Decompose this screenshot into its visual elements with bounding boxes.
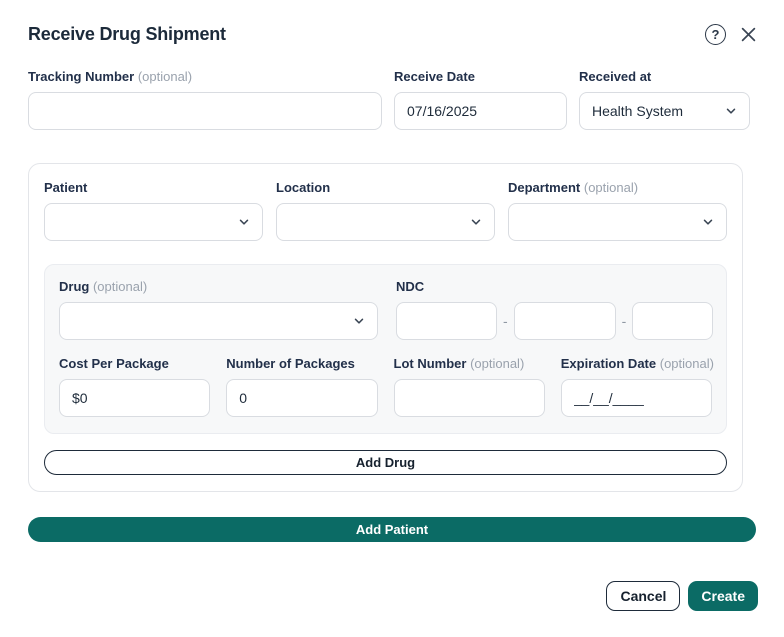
receive-date-input[interactable] [394, 92, 567, 130]
patient-location-row: Patient Location [44, 180, 727, 241]
ndc-field-group: NDC - - [396, 279, 713, 340]
close-icon[interactable] [741, 27, 756, 42]
tracking-number-optional: (optional) [138, 69, 192, 84]
add-patient-button[interactable]: Add Patient [28, 517, 756, 542]
header-icons: ? [705, 24, 756, 45]
department-optional: (optional) [584, 180, 638, 195]
patient-label: Patient [44, 180, 263, 195]
shipment-info-row: Tracking Number (optional) Receive Date … [28, 69, 750, 130]
received-at-value: Health System [592, 103, 683, 119]
ndc-separator: - [622, 313, 627, 329]
number-of-packages-field-group: Number of Packages [226, 356, 377, 417]
ndc-inputs: - - [396, 302, 713, 340]
expiration-date-input[interactable] [561, 379, 712, 417]
cost-per-package-label: Cost Per Package [59, 356, 210, 371]
tracking-number-input[interactable] [28, 92, 382, 130]
department-select[interactable] [508, 203, 727, 241]
help-icon[interactable]: ? [705, 24, 726, 45]
receive-date-label: Receive Date [394, 69, 567, 84]
cost-per-package-input[interactable] [59, 379, 210, 417]
location-field-group: Location [276, 180, 495, 241]
received-at-label: Received at [579, 69, 750, 84]
drug-field-group: Drug (optional) [59, 279, 378, 340]
create-button[interactable]: Create [688, 581, 758, 611]
drug-ndc-row: Drug (optional) NDC - [59, 279, 712, 340]
number-of-packages-input[interactable] [226, 379, 377, 417]
lot-number-field-group: Lot Number (optional) [394, 356, 545, 417]
ndc-separator: - [503, 313, 508, 329]
location-label: Location [276, 180, 495, 195]
number-of-packages-label: Number of Packages [226, 356, 377, 371]
close-x-glyph [741, 27, 756, 42]
lot-number-optional: (optional) [470, 356, 524, 371]
drug-select[interactable] [59, 302, 378, 340]
chevron-down-icon [470, 216, 482, 228]
department-field-group: Department (optional) [508, 180, 727, 241]
patient-select[interactable] [44, 203, 263, 241]
drug-optional: (optional) [93, 279, 147, 294]
help-glyph: ? [705, 24, 726, 45]
chevron-down-icon [702, 216, 714, 228]
expiration-date-label: Expiration Date (optional) [561, 356, 712, 371]
drug-card: Drug (optional) NDC - [44, 264, 727, 434]
dialog-footer: Cancel Create [606, 581, 758, 611]
drug-label: Drug (optional) [59, 279, 378, 294]
ndc-segment2-input[interactable] [514, 302, 616, 340]
chevron-down-icon [353, 315, 365, 327]
receive-date-field-group: Receive Date [394, 69, 567, 130]
expiration-date-field-group: Expiration Date (optional) [561, 356, 712, 417]
received-at-field-group: Received at Health System [579, 69, 750, 130]
location-select[interactable] [276, 203, 495, 241]
lot-number-label: Lot Number (optional) [394, 356, 545, 371]
dialog-header: Receive Drug Shipment ? [28, 24, 756, 45]
ndc-segment3-input[interactable] [632, 302, 713, 340]
received-at-select[interactable]: Health System [579, 92, 750, 130]
lot-number-input[interactable] [394, 379, 545, 417]
chevron-down-icon [238, 216, 250, 228]
page-title: Receive Drug Shipment [28, 24, 226, 45]
tracking-number-field-group: Tracking Number (optional) [28, 69, 382, 130]
tracking-number-label: Tracking Number (optional) [28, 69, 382, 84]
department-label: Department (optional) [508, 180, 727, 195]
receive-drug-shipment-dialog: Receive Drug Shipment ? Tracking Number … [0, 0, 784, 637]
cost-row: Cost Per Package Number of Packages Lot … [59, 356, 712, 417]
patient-card: Patient Location [28, 163, 743, 492]
add-drug-button[interactable]: Add Drug [44, 450, 727, 475]
chevron-down-icon [725, 105, 737, 117]
expiration-date-optional: (optional) [660, 356, 714, 371]
ndc-label: NDC [396, 279, 713, 294]
cancel-button[interactable]: Cancel [606, 581, 680, 611]
patient-field-group: Patient [44, 180, 263, 241]
cost-per-package-field-group: Cost Per Package [59, 356, 210, 417]
ndc-segment1-input[interactable] [396, 302, 497, 340]
